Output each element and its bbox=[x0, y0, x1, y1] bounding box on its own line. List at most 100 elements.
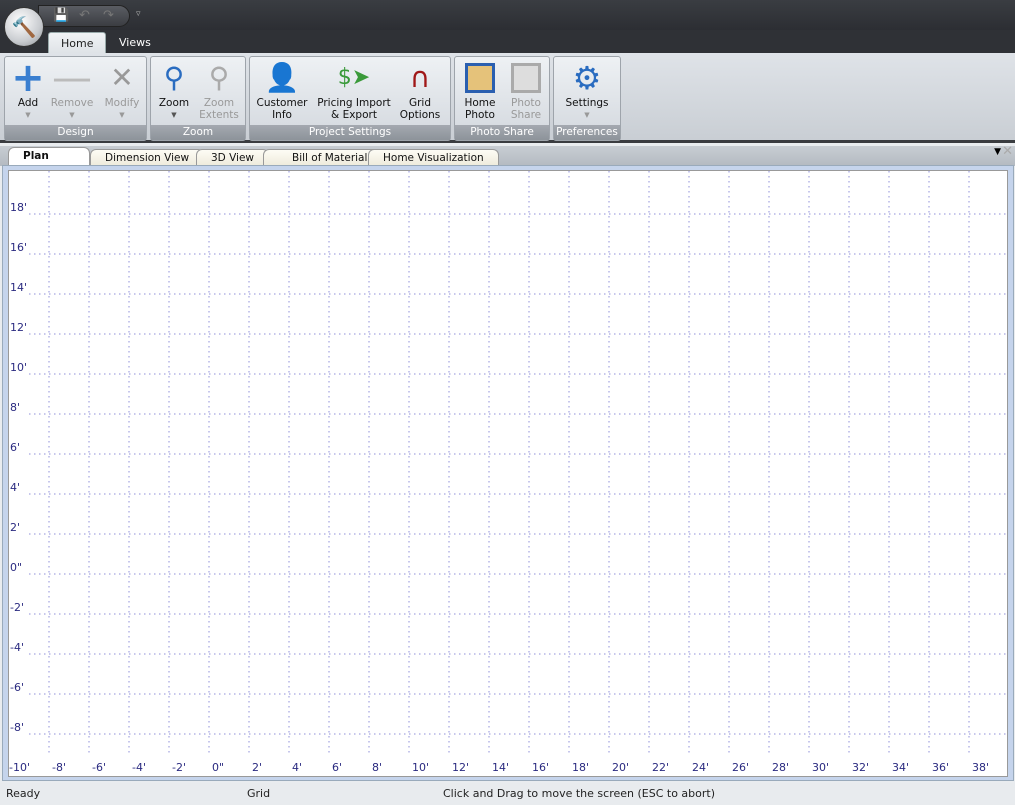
x-axis-label: 4' bbox=[292, 761, 302, 774]
hammer-icon: 🔨 bbox=[11, 15, 37, 39]
tab-views[interactable]: Views bbox=[107, 32, 163, 54]
grid-options-button[interactable]: ∩ Grid Options bbox=[396, 59, 444, 122]
y-axis-label: 4' bbox=[10, 481, 20, 494]
group-label: Photo Share bbox=[455, 125, 549, 140]
x-axis-label: 20' bbox=[612, 761, 629, 774]
user-info-icon: 👤 bbox=[264, 61, 300, 94]
y-axis-label: 14' bbox=[10, 281, 27, 294]
pricing-export-icon: $➤ bbox=[337, 65, 371, 90]
remove-label: Remove bbox=[50, 97, 94, 109]
plan-view-canvas[interactable]: 18' 16' 14' 12' 10' 8' 6' 4' 2' 0" -2' -4' -6' -8' -10… bbox=[8, 170, 1009, 777]
y-axis-label: 16' bbox=[10, 241, 27, 254]
dropdown-arrow-icon: ▼ bbox=[119, 111, 125, 119]
tab-home[interactable]: Home bbox=[48, 32, 107, 54]
group-label: Zoom bbox=[151, 125, 245, 140]
document-tabs: Plan View Dimension View 3D View Bill of… bbox=[0, 146, 1015, 178]
customer-info-label: Customer Info bbox=[256, 97, 308, 121]
tab-list-dropdown-icon[interactable]: ▼ bbox=[994, 147, 1001, 157]
group-label: Design bbox=[5, 125, 146, 140]
group-label: Preferences bbox=[554, 125, 620, 140]
grid: 18' 16' 14' 12' 10' 8' 6' 4' 2' 0" -2' -4' -6' -8' -10… bbox=[9, 171, 1009, 774]
dropdown-arrow-icon: ▼ bbox=[171, 111, 177, 119]
ribbon-tab-row: Home Views bbox=[0, 30, 1015, 54]
x-axis-label: -8' bbox=[52, 761, 66, 774]
x-axis-label: -6' bbox=[92, 761, 106, 774]
y-axis-label: -8' bbox=[10, 721, 24, 734]
grid-options-label: Grid Options bbox=[399, 97, 441, 121]
zoom-extents-label: Zoom Extents bbox=[199, 97, 239, 121]
group-photo-share: Home Photo Photo Share Photo Share bbox=[454, 56, 550, 141]
save-icon[interactable]: 💾 bbox=[53, 8, 69, 23]
remove-button[interactable]: — Remove ▼ bbox=[49, 55, 95, 121]
zoom-extents-icon: ⚲ bbox=[208, 61, 230, 94]
photo-share-label: Photo Share bbox=[510, 97, 542, 121]
minus-icon: — bbox=[52, 55, 92, 101]
gear-icon: ⚙ bbox=[572, 59, 602, 97]
home-photo-icon bbox=[459, 59, 501, 97]
y-axis-label: 10' bbox=[10, 361, 27, 374]
redo-icon[interactable]: ↷ bbox=[103, 8, 114, 23]
customer-info-button[interactable]: 👤 Customer Info bbox=[254, 59, 310, 122]
undo-icon[interactable]: ↶ bbox=[79, 8, 90, 23]
dropdown-arrow-icon: ▼ bbox=[584, 111, 590, 119]
y-axis-label: -6' bbox=[10, 681, 24, 694]
y-axis-label: 18' bbox=[10, 201, 27, 214]
x-axis-label: 24' bbox=[692, 761, 709, 774]
zoom-button[interactable]: ⚲ Zoom ▼ bbox=[153, 59, 195, 121]
y-axis-label: -2' bbox=[10, 601, 24, 614]
x-axis-label: 34' bbox=[892, 761, 909, 774]
status-mode: Grid bbox=[247, 787, 271, 800]
x-axis-label: 32' bbox=[852, 761, 869, 774]
settings-button[interactable]: ⚙ Settings ▼ bbox=[558, 59, 616, 121]
add-button[interactable]: + Add ▼ bbox=[9, 55, 47, 121]
x-axis-label: 6' bbox=[332, 761, 342, 774]
x-axis-label: 22' bbox=[652, 761, 669, 774]
x-axis-label: 38' bbox=[972, 761, 989, 774]
x-axis-label: 16' bbox=[532, 761, 549, 774]
y-axis-label: 2' bbox=[10, 521, 20, 534]
photo-share-button[interactable]: Photo Share bbox=[505, 59, 547, 121]
pricing-import-export-button[interactable]: $➤ Pricing Import & Export bbox=[314, 59, 394, 122]
pricing-label: Pricing Import & Export bbox=[317, 97, 391, 121]
tab-plan-view[interactable]: Plan View bbox=[8, 147, 90, 178]
plan-view-frame: 18' 16' 14' 12' 10' 8' 6' 4' 2' 0" -2' -4' -6' -8' -10… bbox=[2, 165, 1014, 781]
tools-icon: ✕ bbox=[110, 61, 134, 94]
x-axis-label: -2' bbox=[172, 761, 186, 774]
tab-dimension-view[interactable]: Dimension View bbox=[90, 149, 205, 166]
group-zoom: ⚲ Zoom ▼ ⚲ Zoom Extents Zoom bbox=[150, 56, 246, 141]
settings-label: Settings bbox=[565, 97, 609, 109]
x-axis-label: 8' bbox=[372, 761, 382, 774]
group-design: + Add ▼ — Remove ▼ ✕ Modify ▼ Design bbox=[4, 56, 147, 141]
plus-icon: + bbox=[11, 55, 45, 101]
tab-home-visualization[interactable]: Home Visualization bbox=[368, 149, 499, 166]
ribbon: + Add ▼ — Remove ▼ ✕ Modify ▼ Design ⚲ Zoom ▼ ⚲ Z… bbox=[0, 53, 1015, 143]
x-axis-label: -10' bbox=[9, 761, 30, 774]
x-axis-label: 30' bbox=[812, 761, 829, 774]
home-photo-button[interactable]: Home Photo bbox=[459, 59, 501, 121]
application-menu-button[interactable]: 🔨 bbox=[4, 7, 44, 47]
tab-3d-view[interactable]: 3D View bbox=[196, 149, 270, 166]
status-hint: Click and Drag to move the screen (ESC t… bbox=[443, 787, 716, 800]
x-axis-label: 2' bbox=[252, 761, 262, 774]
group-label: Project Settings bbox=[250, 125, 450, 140]
dropdown-arrow-icon: ▼ bbox=[25, 111, 31, 119]
y-axis-label: 12' bbox=[10, 321, 27, 334]
modify-button[interactable]: ✕ Modify ▼ bbox=[99, 59, 145, 121]
customize-icon[interactable]: ▿ bbox=[136, 9, 141, 19]
quick-access-toolbar: 💾 ↶ ↷ bbox=[38, 5, 130, 27]
zoom-extents-button[interactable]: ⚲ Zoom Extents bbox=[195, 59, 243, 122]
dropdown-arrow-icon: ▼ bbox=[69, 111, 75, 119]
zoom-label: Zoom bbox=[158, 97, 190, 109]
magnet-icon: ∩ bbox=[409, 61, 431, 94]
y-axis-label: 8' bbox=[10, 401, 20, 414]
y-axis-label: 0" bbox=[10, 561, 22, 574]
x-axis-label: 36' bbox=[932, 761, 949, 774]
photo-share-icon bbox=[505, 59, 547, 97]
y-axis-label: 6' bbox=[10, 441, 20, 454]
close-tab-icon[interactable]: ✕ bbox=[1002, 144, 1013, 159]
x-axis-label: -4' bbox=[132, 761, 146, 774]
x-axis-label: 0" bbox=[212, 761, 224, 774]
group-preferences: ⚙ Settings ▼ Preferences bbox=[553, 56, 621, 141]
status-ready: Ready bbox=[6, 787, 41, 800]
modify-label: Modify bbox=[104, 97, 140, 109]
